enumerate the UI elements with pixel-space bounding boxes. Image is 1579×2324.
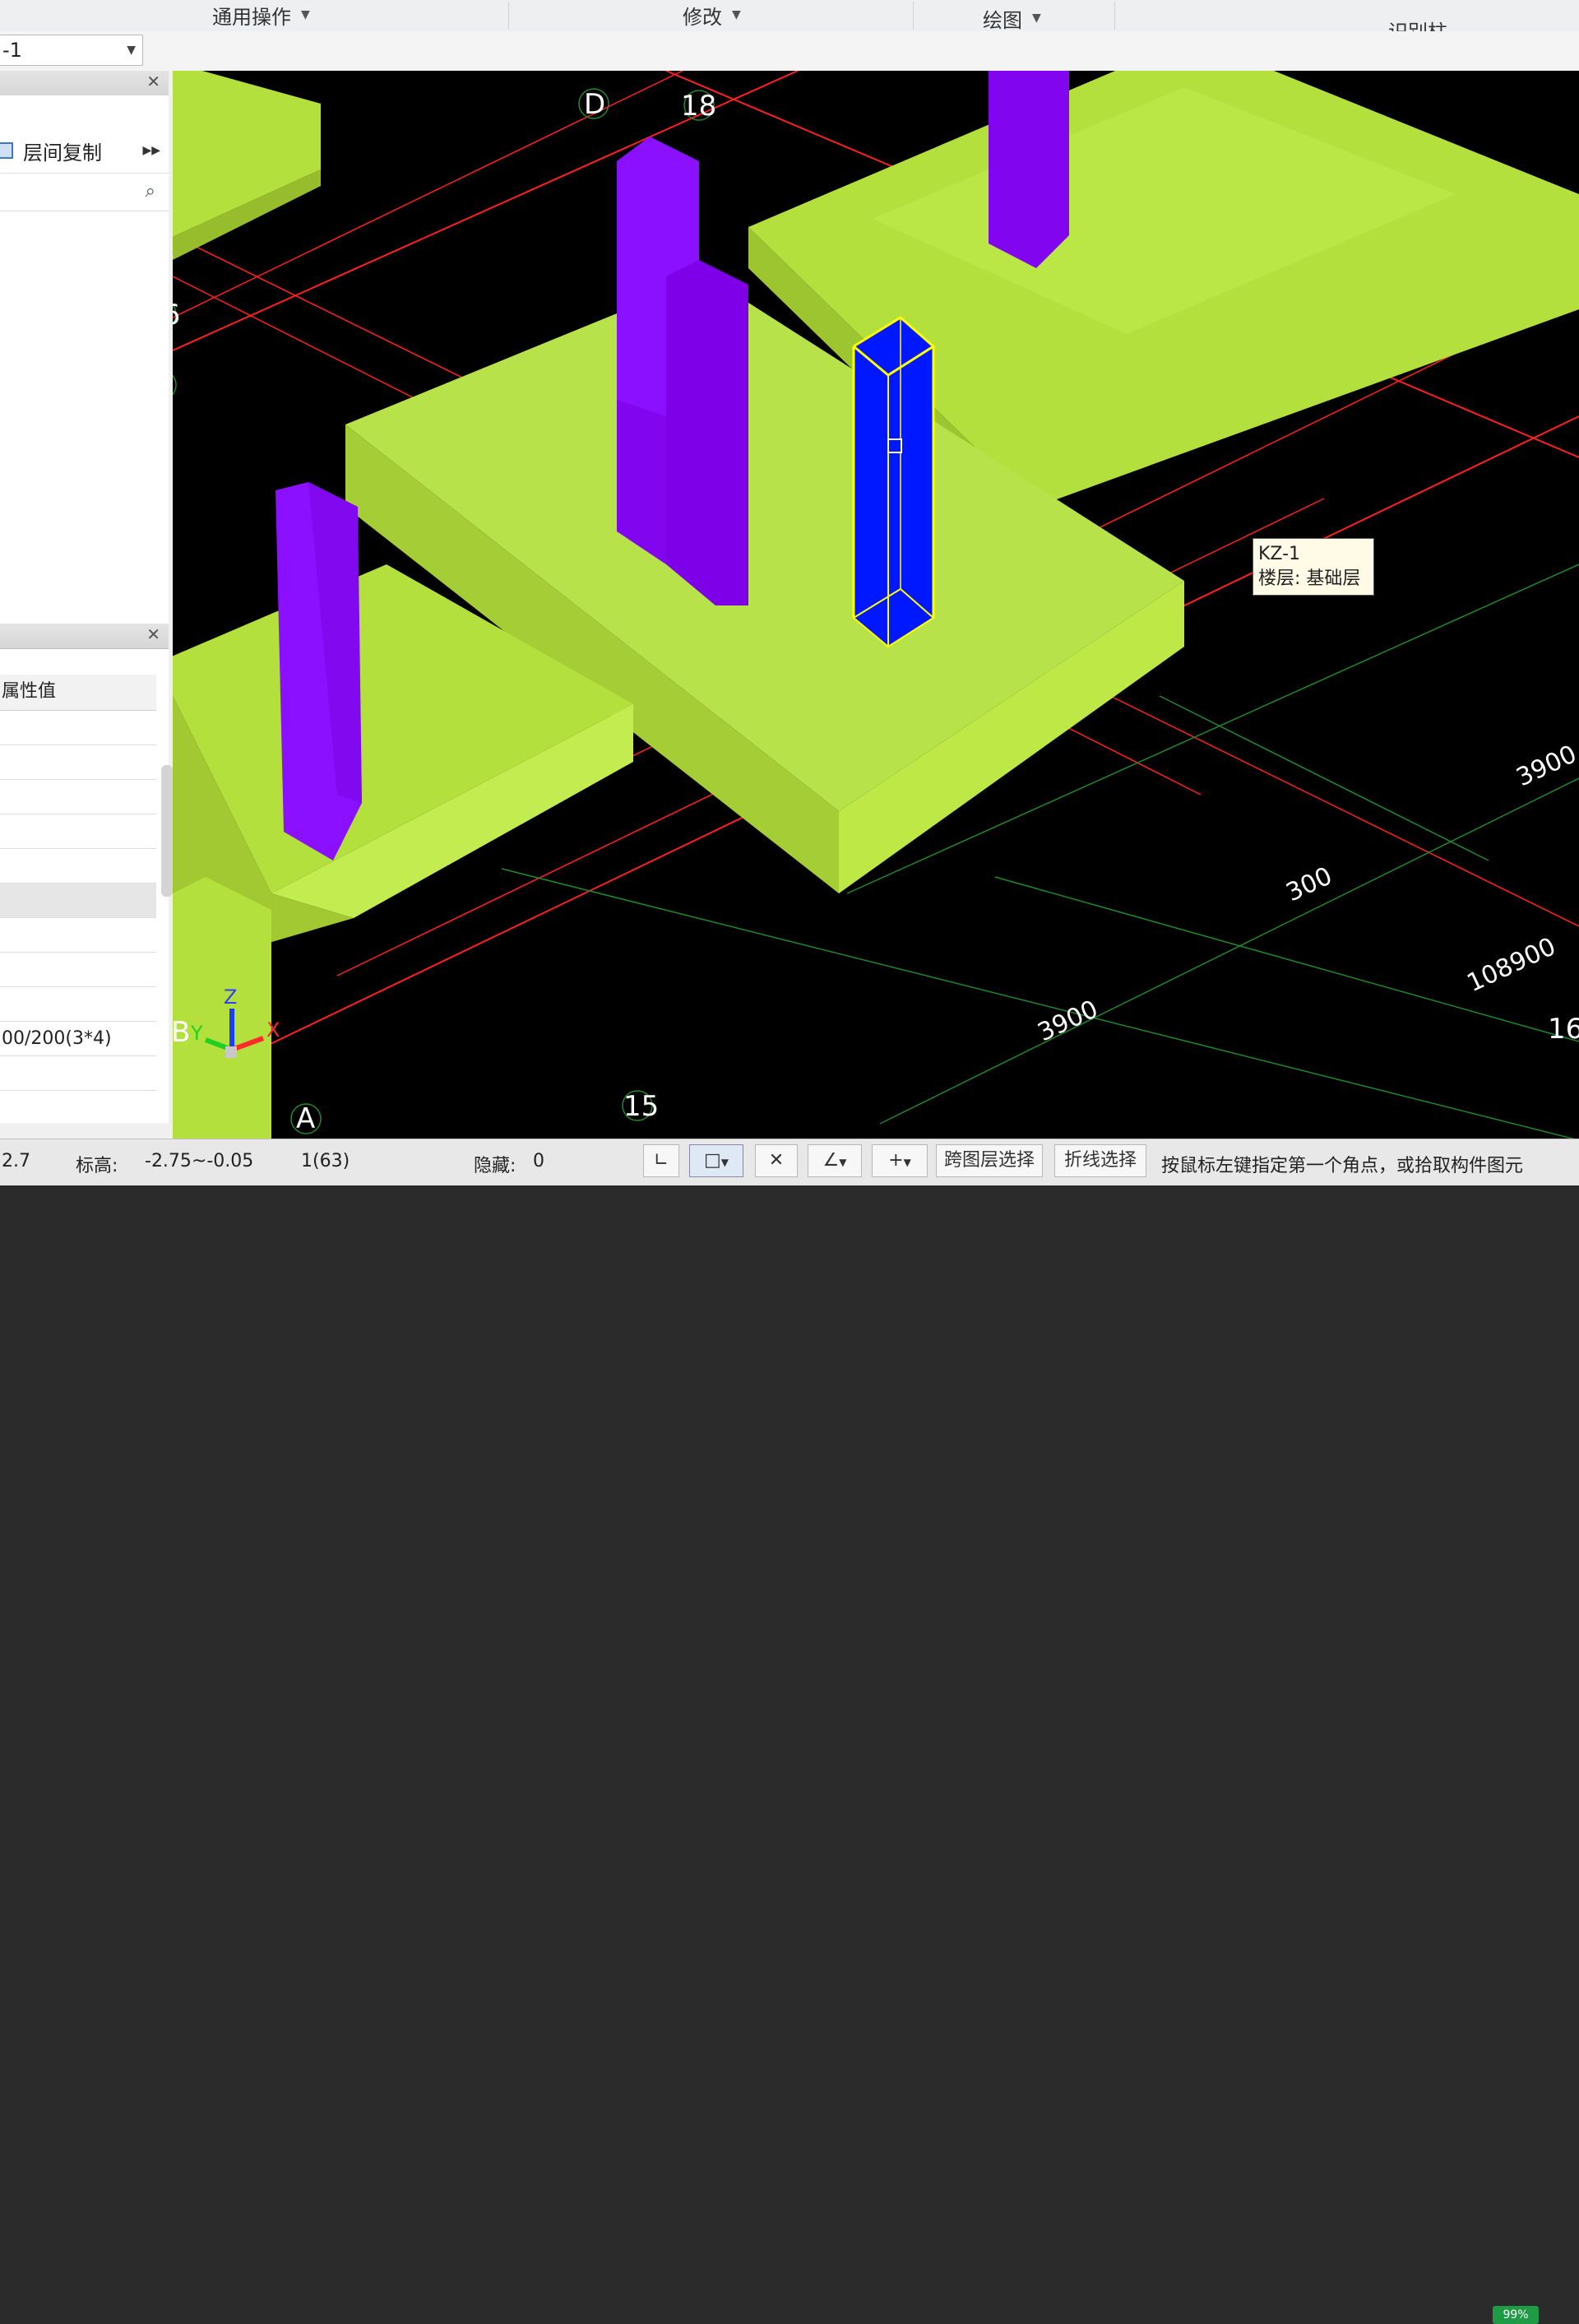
ribbon-group-general-label: 通用操作	[212, 1, 291, 30]
property-row[interactable]	[0, 745, 156, 780]
angle-snap-button[interactable]: ∠▼	[808, 1144, 862, 1177]
snap-point-icon: +	[888, 1150, 903, 1171]
component-search-input[interactable]: ⌕	[0, 174, 169, 211]
ribbon-divider	[913, 2, 914, 30]
status-hidden-label: 隐藏:	[474, 1151, 516, 1177]
property-row[interactable]	[0, 849, 156, 884]
foundation-top-left[interactable]	[173, 71, 321, 276]
ribbon-group-draw-label: 绘图	[983, 4, 1022, 33]
snap-point-button[interactable]: +▼	[872, 1144, 928, 1177]
component-tooltip: KZ-1 楼层: 基础层	[1253, 538, 1374, 596]
polyline-select-button[interactable]: 折线选择	[1054, 1144, 1146, 1177]
select-mode-button[interactable]: □▼	[689, 1144, 743, 1177]
properties-scrollbar[interactable]	[161, 765, 173, 897]
dimension-label-108900: 108900	[1463, 932, 1561, 998]
axis-label-a: A	[296, 1102, 315, 1135]
cross-icon: ✕	[769, 1150, 784, 1171]
component-panel: 层间复制 ▶▶ ⌕	[0, 95, 169, 688]
secondary-toolbar: -1 ▼	[0, 31, 1579, 72]
chevron-down-icon: ▼	[721, 1157, 729, 1168]
axis-label-16-right: 16	[1548, 1013, 1579, 1046]
layer-copy-item[interactable]: 层间复制 ▶▶	[0, 128, 169, 174]
floor-select-value: -1	[2, 39, 22, 62]
property-row[interactable]	[0, 884, 156, 918]
property-row-stirrup[interactable]: 00/200(3*4)	[0, 1022, 156, 1056]
dimension-label-300: 300	[1282, 861, 1337, 907]
ortho-icon: ∟	[654, 1150, 669, 1171]
axis-label-15: 15	[623, 1090, 659, 1123]
chevron-down-icon: ▼	[839, 1157, 846, 1168]
chevron-down-icon: ▼	[127, 35, 136, 65]
column-back-right[interactable]	[989, 71, 1069, 268]
property-row[interactable]	[0, 918, 156, 953]
left-side-panel: ✕ 层间复制 ▶▶ ⌕ ✕ 属性值 00/200(3*4)	[0, 71, 192, 1140]
axis-label-b: B	[173, 1016, 190, 1049]
angle-icon: ∠	[823, 1150, 840, 1171]
close-icon[interactable]: ✕	[146, 624, 160, 644]
status-bar: 2.7 标高: -2.75~-0.05 1(63) 隐藏: 0 ∟ □▼ ✕ ∠…	[0, 1139, 1579, 1185]
rectangle-select-icon: □	[704, 1150, 721, 1171]
status-elevation-label: 标高:	[76, 1151, 118, 1177]
ribbon-group-draw[interactable]: 绘图 ▼	[983, 3, 1041, 33]
property-row[interactable]	[0, 780, 156, 814]
property-row[interactable]	[0, 711, 156, 745]
search-icon[interactable]: ⌕	[146, 181, 155, 202]
axis-label-d-top: D	[584, 88, 605, 121]
ribbon-group-general[interactable]: 通用操作 ▼	[212, 0, 310, 30]
cross-select-button[interactable]: ✕	[755, 1144, 798, 1177]
upper-panel-header: ✕	[0, 71, 169, 96]
property-row[interactable]	[0, 1056, 156, 1091]
triad-y-label: Y	[190, 1022, 203, 1045]
properties-panel-header: ✕	[0, 624, 169, 649]
ribbon-group-modify-label: 修改	[683, 1, 722, 30]
status-elevation-value: -2.75~-0.05	[145, 1151, 253, 1171]
status-hidden-value: 0	[533, 1151, 544, 1171]
floor-select[interactable]: -1 ▼	[0, 35, 143, 66]
3d-viewport[interactable]: D 18 17 16 D B A 15 16 3900 300 108900 3…	[173, 71, 1579, 1140]
ribbon-group-modify[interactable]: 修改 ▼	[683, 0, 741, 30]
battery-indicator: 99%	[1493, 2306, 1539, 2324]
property-row[interactable]	[0, 987, 156, 1022]
dimension-label-3900-right: 3900	[1512, 740, 1579, 792]
property-row[interactable]	[0, 953, 156, 987]
close-icon[interactable]: ✕	[146, 72, 160, 91]
status-coordinate-value: 2.7	[2, 1151, 30, 1171]
property-row[interactable]	[0, 814, 156, 849]
grip-handle-icon[interactable]	[888, 439, 901, 452]
axis-label-17: 17	[173, 251, 175, 284]
ribbon-toolbar: 通用操作 ▼ 修改 ▼ 绘图 ▼ 识别柱	[0, 0, 1579, 32]
cross-layer-select-button[interactable]: 跨图层选择	[936, 1144, 1043, 1177]
ortho-toggle-button[interactable]: ∟	[643, 1144, 679, 1177]
triad-z-label: Z	[224, 986, 237, 1009]
layer-copy-label: 层间复制	[23, 137, 102, 165]
double-chevron-right-icon[interactable]: ▶▶	[142, 144, 160, 157]
chevron-down-icon: ▼	[904, 1157, 911, 1168]
status-selection-count: 1(63)	[301, 1151, 350, 1171]
selected-column-kz1[interactable]	[854, 318, 933, 647]
tooltip-component-name: KZ-1	[1258, 542, 1368, 567]
ribbon-divider	[1114, 2, 1115, 30]
column-front-left[interactable]	[276, 482, 362, 860]
triad-x-label: X	[266, 1018, 280, 1041]
axis-label-16: 16	[173, 299, 180, 332]
properties-panel: 属性值 00/200(3*4)	[0, 675, 169, 1123]
3d-scene[interactable]: D 18 17 16 D B A 15 16 3900 300 108900 3…	[173, 71, 1579, 1140]
column-center-back[interactable]	[617, 137, 748, 605]
dimension-label-group: 3900 300 108900 3900	[1034, 740, 1579, 1047]
ribbon-divider	[508, 2, 509, 30]
chevron-down-icon: ▼	[732, 8, 741, 21]
tooltip-floor: 楼层: 基础层	[1258, 567, 1368, 591]
axis-label-18: 18	[681, 90, 716, 123]
status-hint-text: 按鼠标左键指定第一个角点，或拾取构件图元	[1161, 1151, 1523, 1177]
dimension-label-3900-bottom: 3900	[1034, 995, 1103, 1047]
properties-column-header: 属性值	[0, 675, 156, 711]
chevron-down-icon: ▼	[1032, 12, 1041, 25]
layer-copy-icon	[0, 142, 13, 159]
chevron-down-icon: ▼	[301, 8, 310, 21]
